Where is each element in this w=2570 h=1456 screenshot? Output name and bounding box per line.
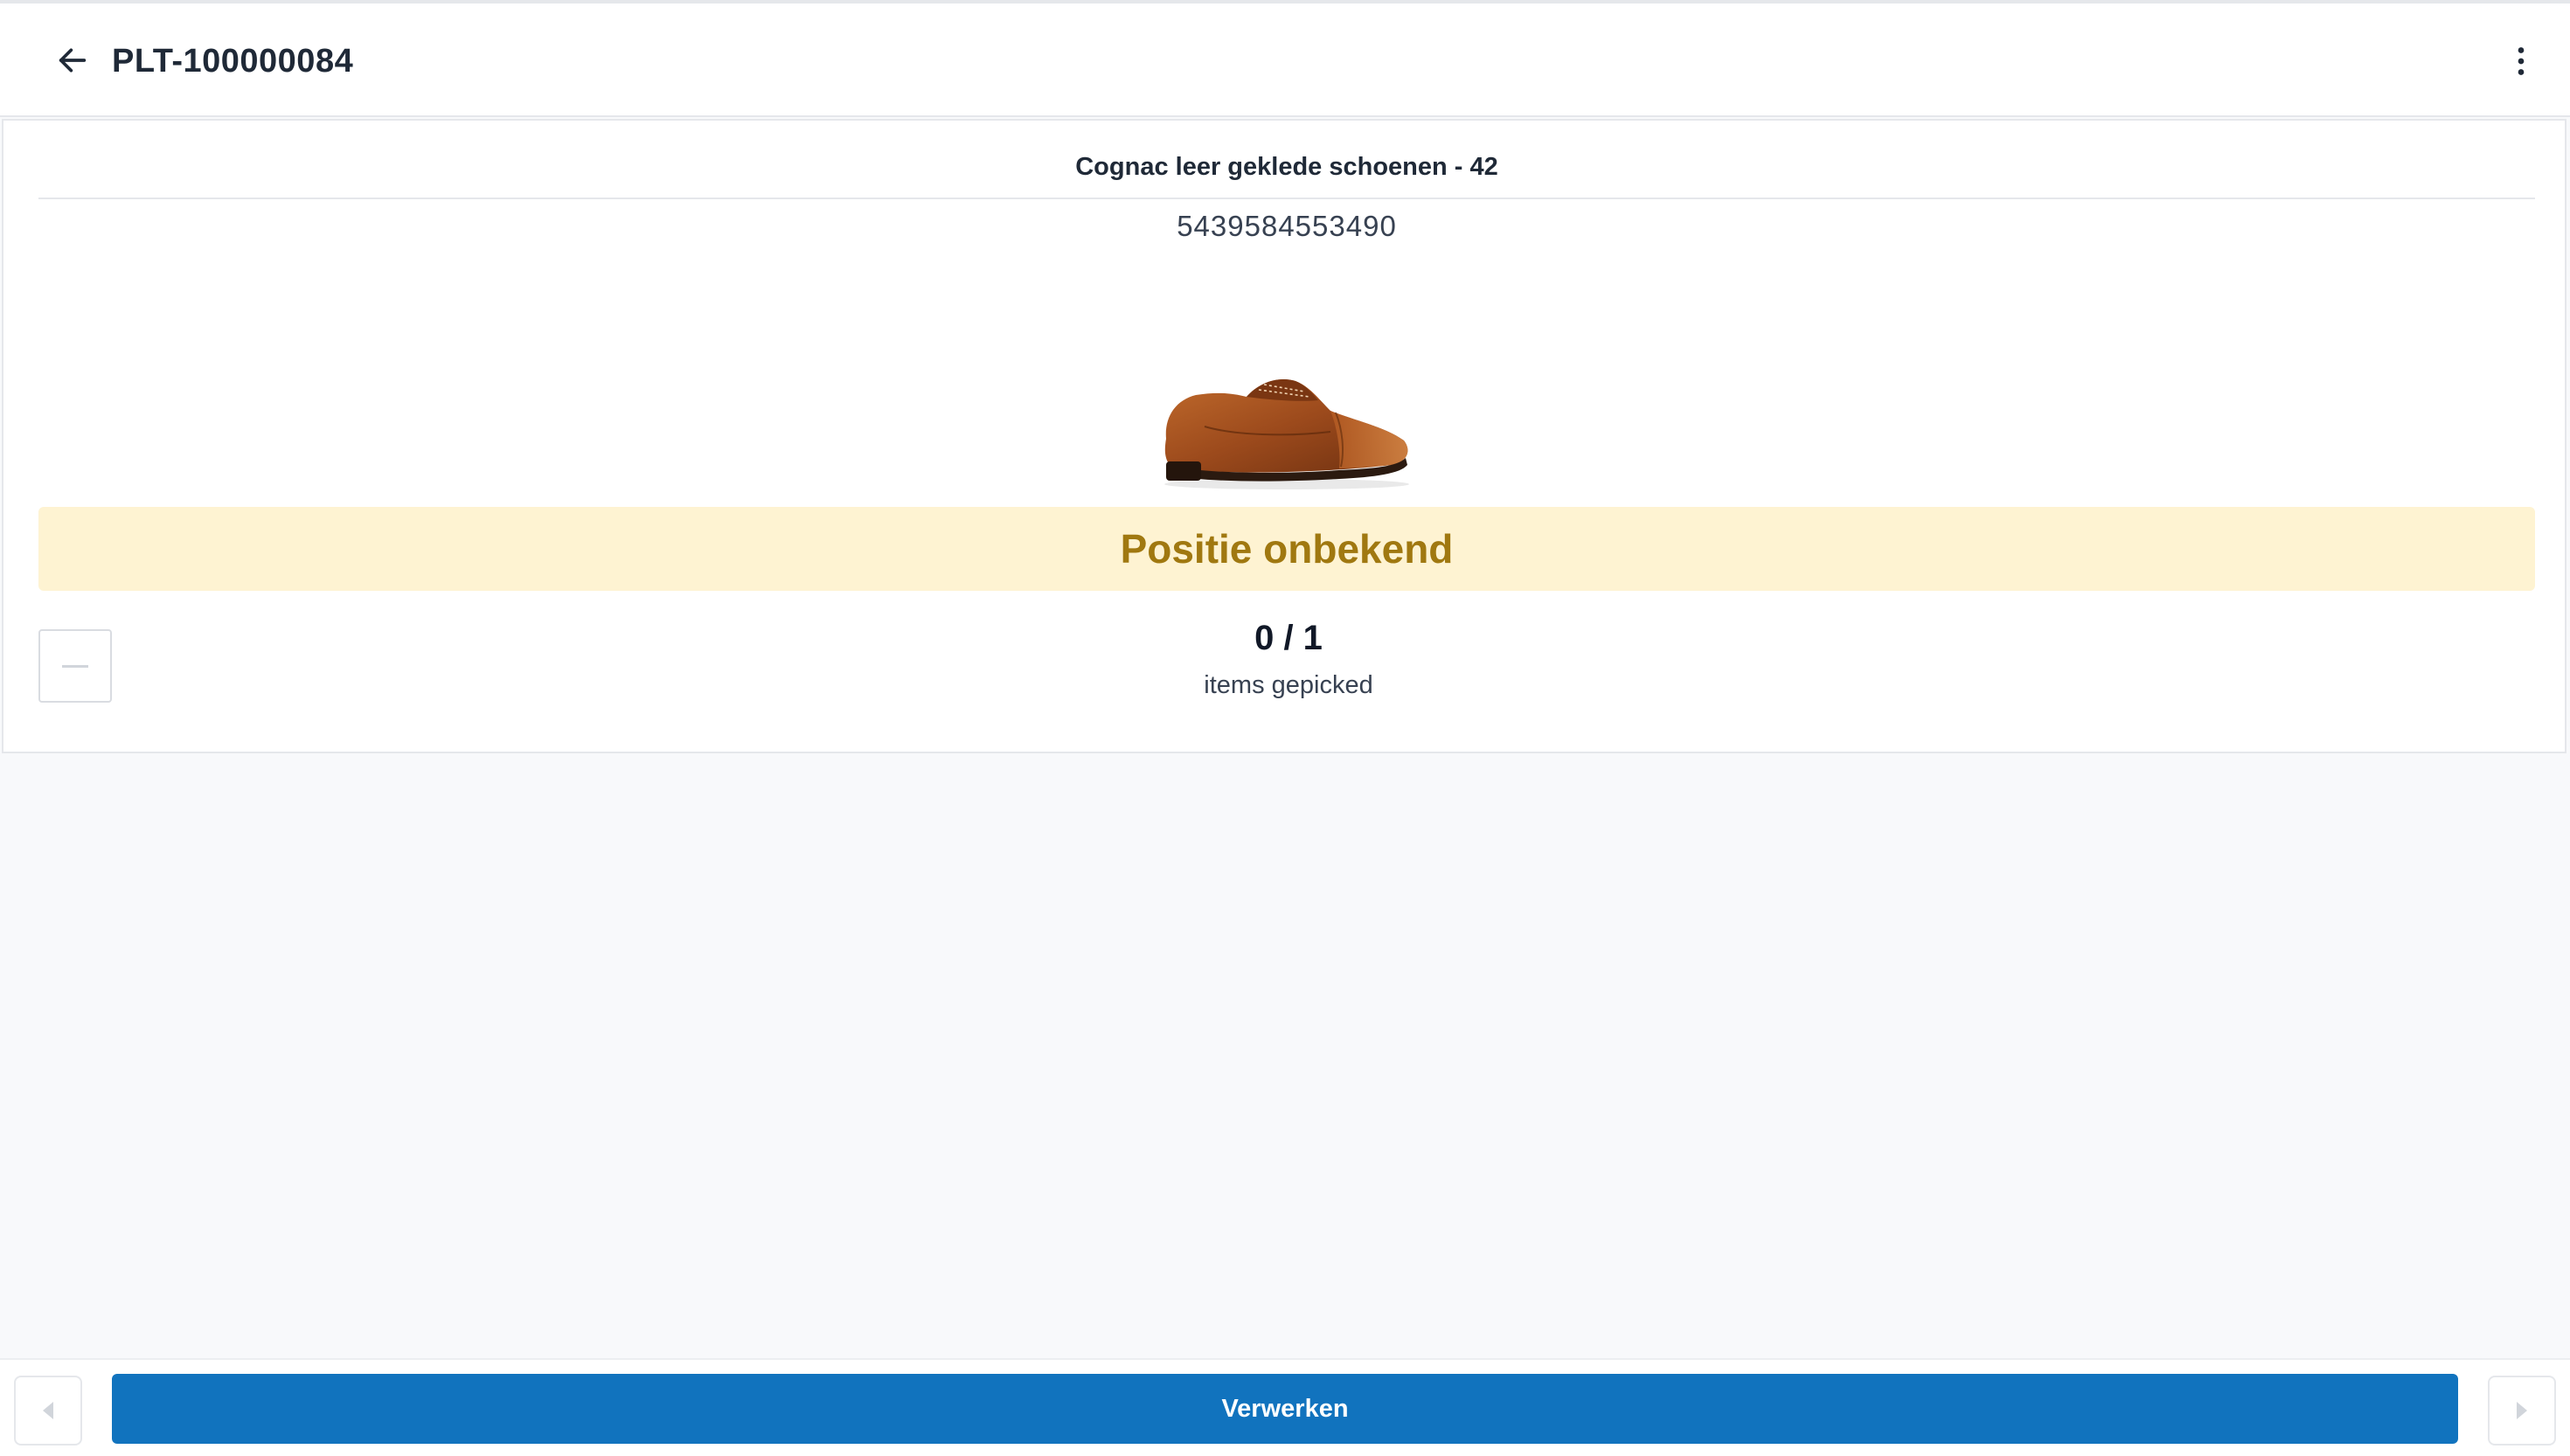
page-header: PLT-100000084 [0, 3, 2570, 117]
arrow-left-icon [59, 48, 87, 73]
pick-item-card: Cognac leer geklede schoenen - 42 543958… [2, 119, 2567, 753]
next-item-button[interactable] [2488, 1376, 2556, 1446]
caret-left-icon [43, 1402, 53, 1419]
decrement-button[interactable] [38, 629, 112, 703]
product-image [1164, 379, 1409, 489]
previous-item-button[interactable] [14, 1376, 82, 1446]
process-button[interactable]: Verwerken [112, 1374, 2458, 1444]
product-barcode: 5439584553490 [1177, 210, 1397, 242]
picked-label: items gepicked [1204, 671, 1373, 699]
product-name: Cognac leer geklede schoenen - 42 [38, 136, 2535, 199]
minus-icon [62, 664, 88, 668]
back-button[interactable] [47, 35, 98, 86]
picked-count: 0 / 1 [1254, 619, 1323, 657]
caret-right-icon [2517, 1402, 2527, 1419]
page-title: PLT-100000084 [112, 43, 354, 80]
more-menu-button[interactable] [2497, 37, 2546, 86]
position-status-banner: Positie onbekend [38, 507, 2535, 591]
more-vertical-icon [2518, 47, 2525, 75]
action-footer: Verwerken [0, 1358, 2570, 1456]
